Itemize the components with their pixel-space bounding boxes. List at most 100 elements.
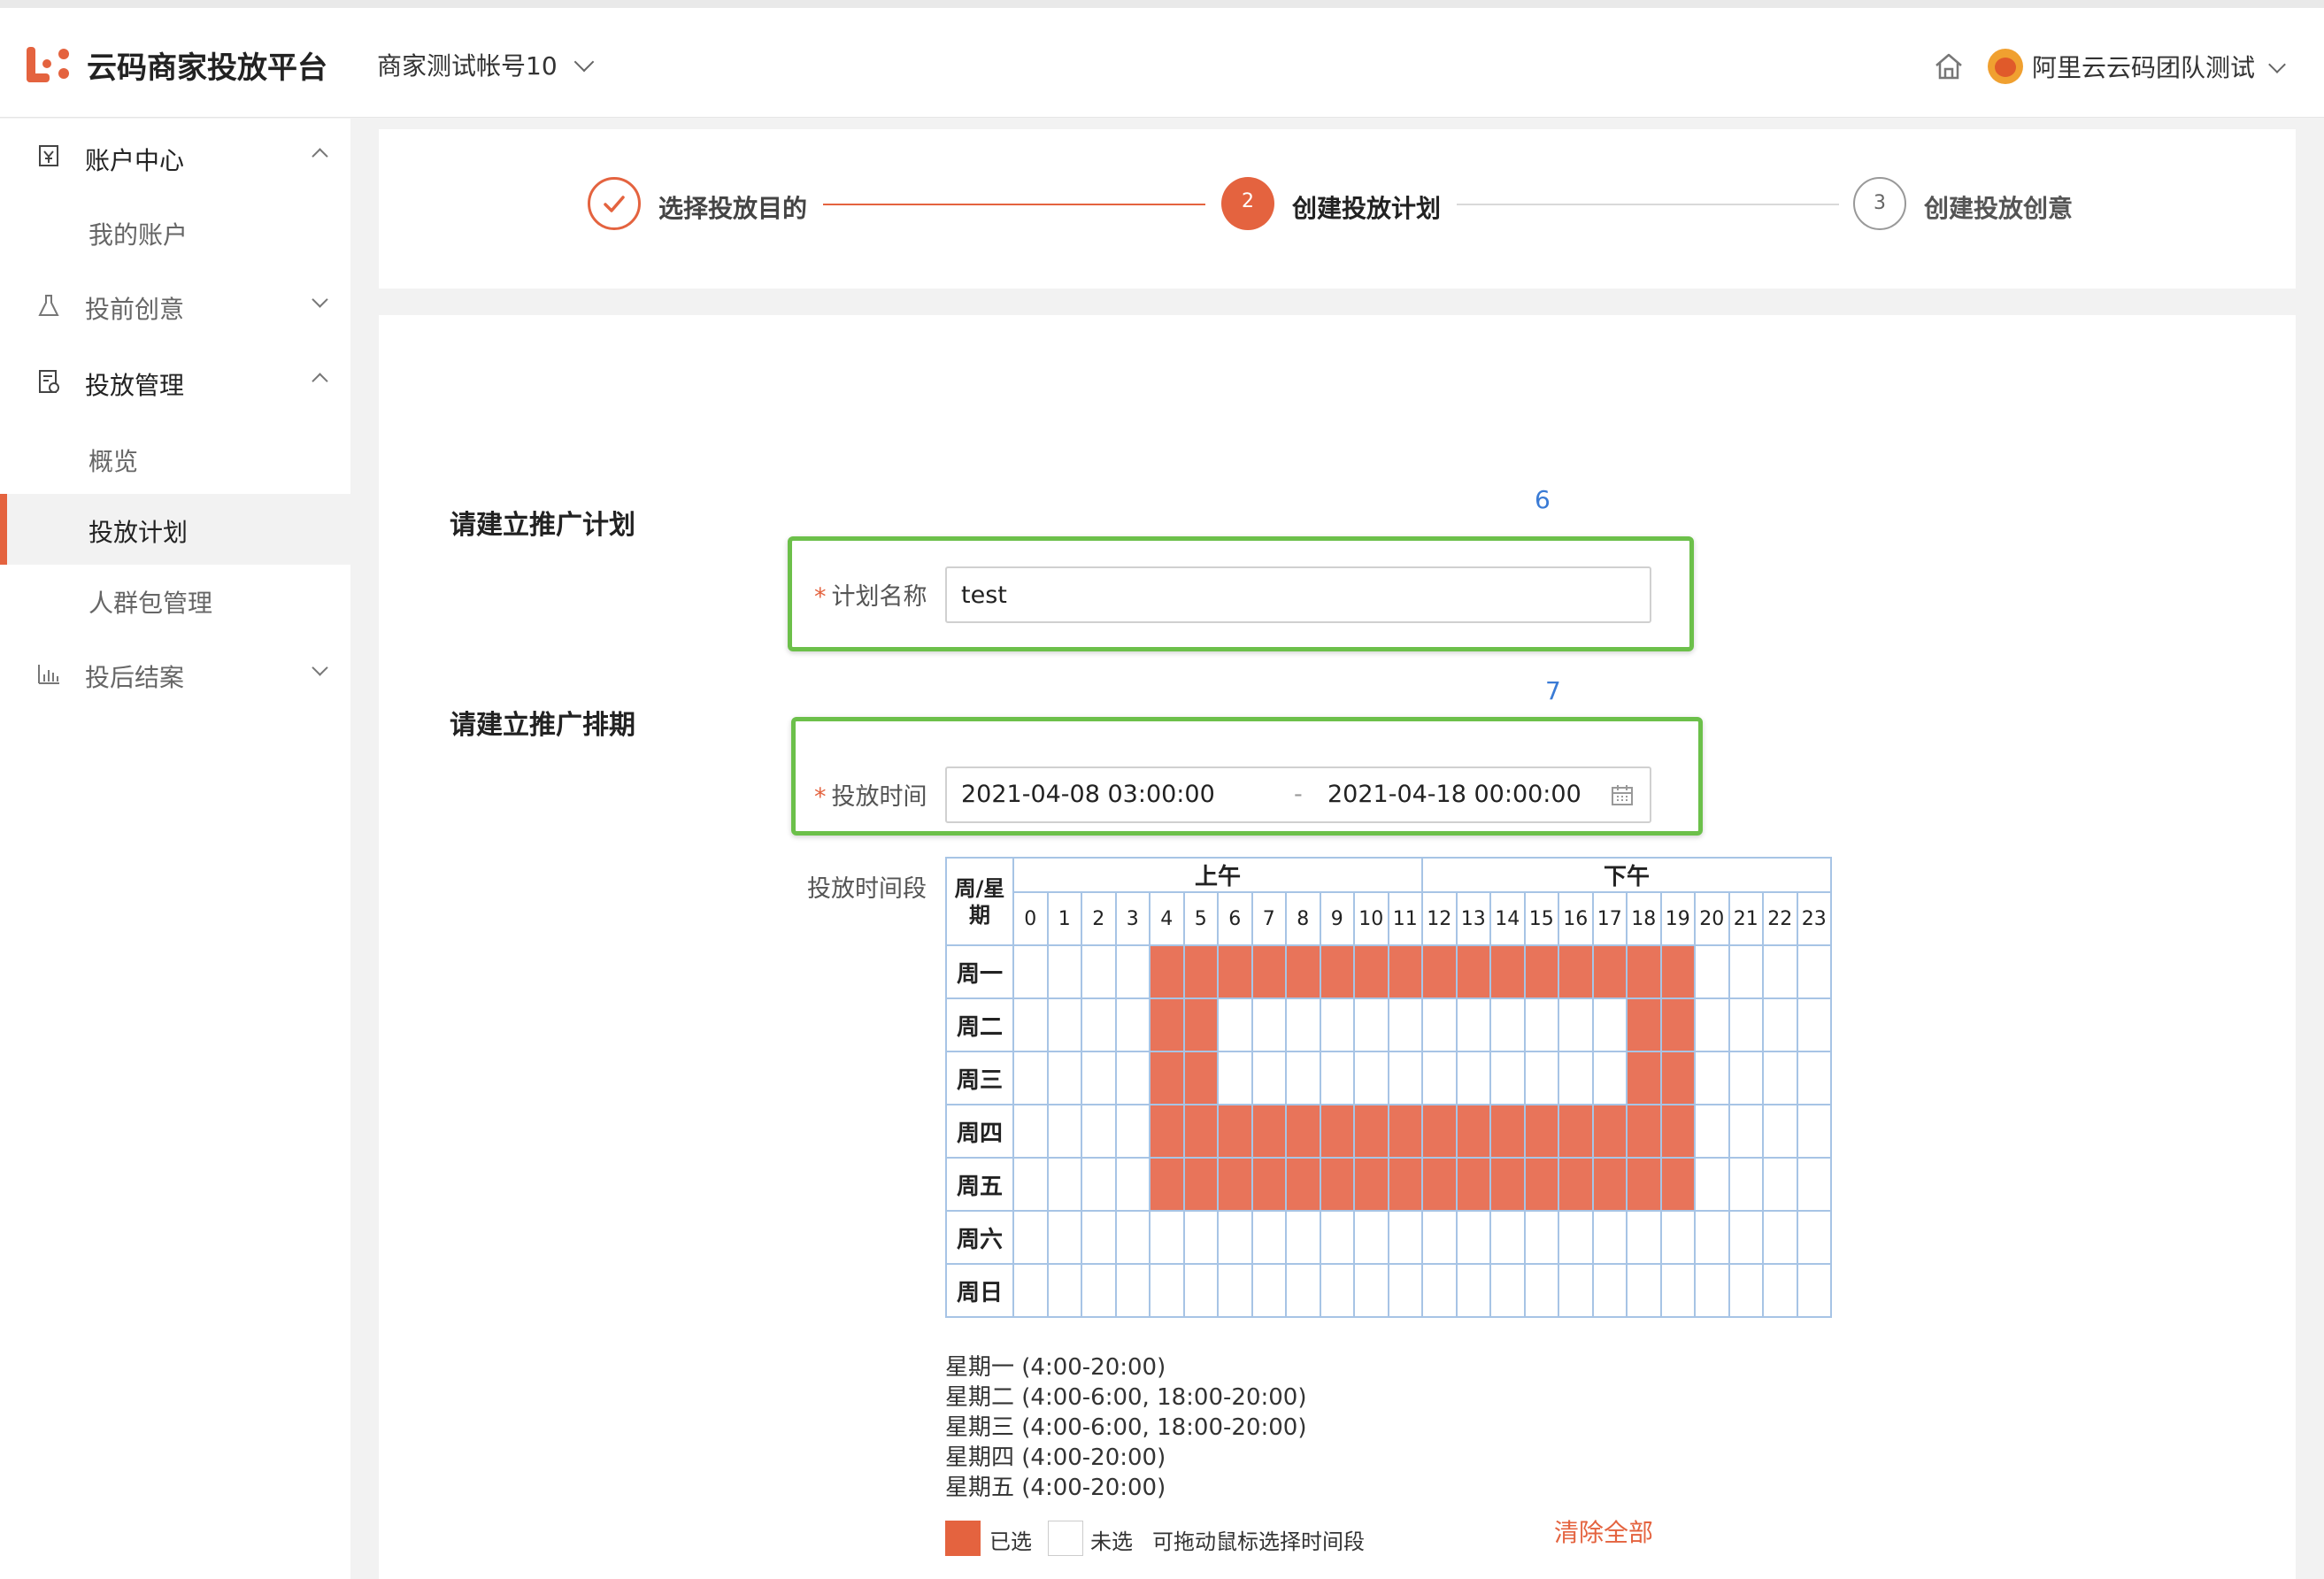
time-slot[interactable] — [1250, 1263, 1287, 1318]
time-slot[interactable] — [1455, 1263, 1491, 1318]
time-slot[interactable] — [1728, 1263, 1764, 1318]
time-slot[interactable] — [1012, 1210, 1049, 1265]
time-slot[interactable] — [1046, 944, 1082, 999]
end-time-value[interactable]: 2021-04-18 00:00:00 — [1327, 781, 1581, 808]
sidebar-item-delivery-plan[interactable]: 投放计划 — [0, 494, 350, 565]
time-slot-selected[interactable] — [1285, 1104, 1321, 1159]
time-slot-selected[interactable] — [1182, 1051, 1219, 1105]
time-slot[interactable] — [1114, 1051, 1150, 1105]
time-slot-selected[interactable] — [1182, 1157, 1219, 1212]
time-slot[interactable] — [1694, 1263, 1730, 1318]
time-slot-selected[interactable] — [1626, 1157, 1662, 1212]
time-slot[interactable] — [1114, 1104, 1150, 1159]
time-slot[interactable] — [1114, 944, 1150, 999]
time-slot[interactable] — [1012, 1051, 1049, 1105]
time-slot[interactable] — [1081, 1263, 1117, 1318]
time-slot-selected[interactable] — [1659, 1104, 1696, 1159]
start-time-value[interactable]: 2021-04-08 03:00:00 — [961, 781, 1215, 808]
time-slot[interactable] — [1694, 944, 1730, 999]
time-slot[interactable] — [1081, 1051, 1117, 1105]
time-slot[interactable] — [1762, 1263, 1798, 1318]
sidebar-item-my-account[interactable]: 我的账户 — [0, 196, 350, 267]
time-slot[interactable] — [1319, 997, 1355, 1052]
time-slot[interactable] — [1728, 944, 1764, 999]
time-slot[interactable] — [1626, 1210, 1662, 1265]
time-slot-selected[interactable] — [1659, 997, 1696, 1052]
time-slot-selected[interactable] — [1319, 1104, 1355, 1159]
time-slot-selected[interactable] — [1591, 944, 1628, 999]
time-slot-selected[interactable] — [1659, 1157, 1696, 1212]
time-slot-selected[interactable] — [1250, 1104, 1287, 1159]
clear-all-button[interactable]: 清除全部 — [1554, 1514, 1653, 1549]
time-slot[interactable] — [1046, 1157, 1082, 1212]
time-slot[interactable] — [1796, 1104, 1832, 1159]
time-slot[interactable] — [1489, 1263, 1526, 1318]
time-slot[interactable] — [1659, 1263, 1696, 1318]
time-slot[interactable] — [1012, 997, 1049, 1052]
time-slot[interactable] — [1387, 1263, 1423, 1318]
time-slot-selected[interactable] — [1591, 1157, 1628, 1212]
time-slot-selected[interactable] — [1626, 1104, 1662, 1159]
time-slot[interactable] — [1694, 1051, 1730, 1105]
time-slot-selected[interactable] — [1285, 944, 1321, 999]
time-slot-selected[interactable] — [1489, 944, 1526, 999]
time-slot[interactable] — [1217, 1263, 1253, 1318]
time-slot-selected[interactable] — [1523, 1104, 1559, 1159]
time-slot-selected[interactable] — [1353, 1104, 1389, 1159]
time-slot[interactable] — [1353, 1051, 1389, 1105]
time-slot[interactable] — [1149, 1263, 1185, 1318]
time-slot[interactable] — [1387, 1210, 1423, 1265]
time-slot[interactable] — [1694, 997, 1730, 1052]
time-slot[interactable] — [1182, 1263, 1219, 1318]
time-slot-selected[interactable] — [1353, 1157, 1389, 1212]
time-slot-selected[interactable] — [1353, 944, 1389, 999]
time-slot[interactable] — [1250, 1210, 1287, 1265]
avatar[interactable] — [1988, 49, 2023, 84]
time-slot-selected[interactable] — [1149, 1104, 1185, 1159]
time-slot[interactable] — [1694, 1157, 1730, 1212]
time-slot-selected[interactable] — [1626, 1051, 1662, 1105]
time-slot[interactable] — [1353, 997, 1389, 1052]
time-slot-selected[interactable] — [1387, 944, 1423, 999]
time-slot[interactable] — [1046, 1210, 1082, 1265]
time-slot-selected[interactable] — [1250, 1157, 1287, 1212]
time-slot[interactable] — [1489, 1051, 1526, 1105]
time-slot[interactable] — [1081, 1104, 1117, 1159]
time-slot[interactable] — [1046, 1263, 1082, 1318]
time-slot-selected[interactable] — [1217, 944, 1253, 999]
time-slot-selected[interactable] — [1182, 997, 1219, 1052]
sidebar-item-delivery-management[interactable]: 投放管理 — [0, 347, 350, 418]
time-slot-selected[interactable] — [1455, 944, 1491, 999]
time-slot[interactable] — [1558, 1210, 1594, 1265]
time-slot[interactable] — [1728, 997, 1764, 1052]
time-slot-selected[interactable] — [1149, 944, 1185, 999]
time-slot[interactable] — [1081, 944, 1117, 999]
time-slot-selected[interactable] — [1558, 944, 1594, 999]
time-slot-selected[interactable] — [1659, 944, 1696, 999]
time-slot-selected[interactable] — [1558, 1157, 1594, 1212]
time-slot[interactable] — [1046, 1051, 1082, 1105]
user-menu[interactable]: 阿里云云码团队测试 — [2032, 49, 2286, 84]
time-slot-selected[interactable] — [1217, 1104, 1253, 1159]
time-slot[interactable] — [1114, 1263, 1150, 1318]
time-slot[interactable] — [1353, 1210, 1389, 1265]
time-slot-selected[interactable] — [1387, 1157, 1423, 1212]
time-slot[interactable] — [1421, 997, 1458, 1052]
time-slot[interactable] — [1081, 997, 1117, 1052]
time-slot[interactable] — [1421, 1051, 1458, 1105]
time-slot[interactable] — [1012, 944, 1049, 999]
time-slot-selected[interactable] — [1558, 1104, 1594, 1159]
time-slot[interactable] — [1012, 1157, 1049, 1212]
time-slot[interactable] — [1114, 1210, 1150, 1265]
time-slot[interactable] — [1285, 997, 1321, 1052]
time-slot[interactable] — [1353, 1263, 1389, 1318]
time-slot-selected[interactable] — [1421, 944, 1458, 999]
time-slot[interactable] — [1558, 1051, 1594, 1105]
time-slot[interactable] — [1796, 944, 1832, 999]
time-slot[interactable] — [1250, 997, 1287, 1052]
time-slot[interactable] — [1796, 1157, 1832, 1212]
time-slot-selected[interactable] — [1523, 944, 1559, 999]
time-slot[interactable] — [1796, 1051, 1832, 1105]
home-icon[interactable] — [1933, 50, 1965, 82]
time-slot[interactable] — [1421, 1263, 1458, 1318]
